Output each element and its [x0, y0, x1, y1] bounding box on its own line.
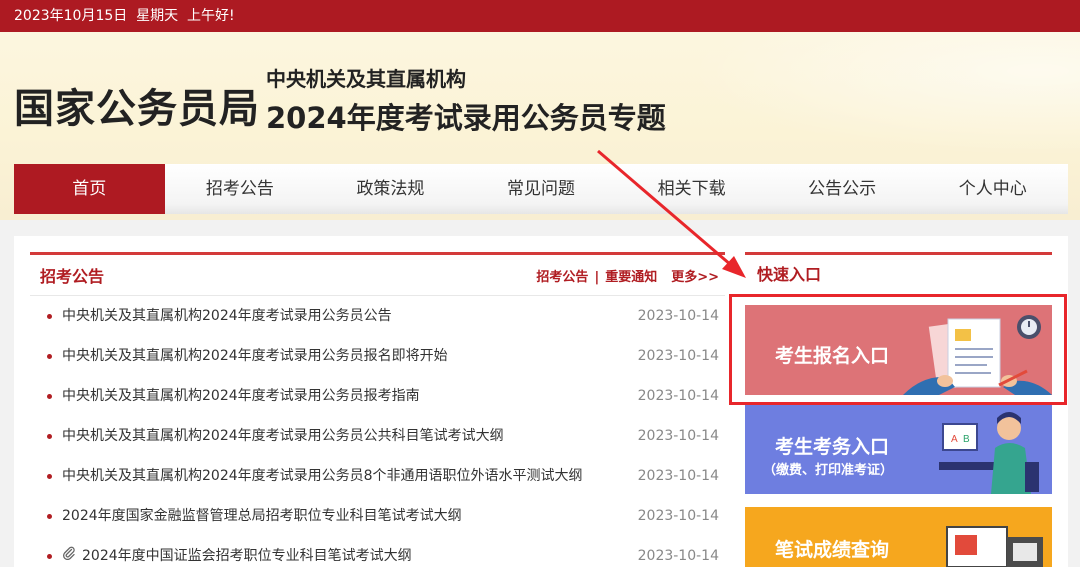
announcement-date: 2023-10-14	[637, 428, 719, 444]
nav-item-announcements[interactable]: 招考公告	[165, 164, 316, 214]
announcements-header: 招考公告 招考公告 | 重要通知 更多>>	[30, 252, 725, 296]
exam-services-entry-button[interactable]: 考生考务入口 （缴费、打印准考证） A B	[745, 404, 1052, 494]
list-item[interactable]: 中央机关及其直属机构2024年度考试录用公务员公告 2023-10-14	[30, 296, 725, 336]
exam-services-entry-sublabel: （缴费、打印准考证）	[763, 463, 894, 478]
announcements-title: 招考公告	[40, 267, 105, 286]
announcements-panel: 招考公告 招考公告 | 重要通知 更多>> 中央机关及其直属机构2024年度考试录用公…	[30, 252, 725, 567]
main-nav: 首页 招考公告 政策法规 常见问题 相关下载 公告公示 个人中心	[14, 164, 1068, 214]
list-item[interactable]: 中央机关及其直属机构2024年度考试录用公务员报名即将开始 2023-10-14	[30, 336, 725, 376]
exam-services-entry-label: 考生考务入口	[775, 436, 890, 458]
bullet-icon	[47, 474, 52, 479]
announcements-links: 招考公告 | 重要通知 更多>>	[536, 266, 725, 285]
svg-text:B: B	[963, 434, 970, 445]
quick-entry-title: 快速入口	[745, 252, 1052, 296]
link-separator: |	[594, 269, 600, 285]
list-item[interactable]: 中央机关及其直属机构2024年度考试录用公务员8个非通用语职位外语水平测试大纲 2…	[30, 456, 725, 496]
written-exam-score-query-button[interactable]: 笔试成绩查询	[745, 507, 1052, 567]
bullet-icon	[47, 394, 52, 399]
list-item[interactable]: 中央机关及其直属机构2024年度考试录用公务员报考指南 2023-10-14	[30, 376, 725, 416]
announcement-title[interactable]: 2024年度中国证监会招考职位专业科目笔试考试大纲	[82, 548, 412, 564]
list-item[interactable]: 2024年度中国证监会招考职位专业科目笔试考试大纲 2023-10-14	[30, 536, 725, 567]
link-important-notices[interactable]: 重要通知	[605, 270, 657, 285]
announcement-date: 2023-10-14	[637, 308, 719, 324]
announcement-title[interactable]: 中央机关及其直属机构2024年度考试录用公务员公告	[62, 308, 392, 324]
written-exam-score-query-label: 笔试成绩查询	[775, 539, 890, 561]
announcement-title[interactable]: 中央机关及其直属机构2024年度考试录用公务员8个非通用语职位外语水平测试大纲	[62, 468, 583, 484]
announcement-title[interactable]: 2024年度国家金融监督管理总局招考职位专业科目笔试考试大纲	[62, 508, 462, 524]
nav-item-downloads[interactable]: 相关下载	[616, 164, 767, 214]
more-link[interactable]: 更多>>	[671, 270, 719, 285]
nav-item-faq[interactable]: 常见问题	[466, 164, 617, 214]
banner-decoration	[660, 32, 1080, 162]
banner-subtitle-2: 2024年度考试录用公务员专题	[266, 101, 666, 135]
nav-item-personal-center[interactable]: 个人中心	[917, 164, 1068, 214]
announcement-title[interactable]: 中央机关及其直属机构2024年度考试录用公务员报考指南	[62, 388, 420, 404]
link-announcements[interactable]: 招考公告	[536, 270, 588, 285]
exam-services-icon: A B	[939, 412, 1039, 494]
paperclip-icon	[62, 536, 78, 567]
nav-item-notices[interactable]: 公告公示	[767, 164, 918, 214]
bullet-icon	[47, 554, 52, 559]
nav-item-policies[interactable]: 政策法规	[315, 164, 466, 214]
svg-text:A: A	[951, 434, 958, 445]
banner-subtitle-1: 中央机关及其直属机构	[266, 67, 466, 91]
bullet-icon	[47, 314, 52, 319]
announcement-title[interactable]: 中央机关及其直属机构2024年度考试录用公务员公共科目笔试考试大纲	[62, 428, 504, 444]
list-item[interactable]: 中央机关及其直属机构2024年度考试录用公务员公共科目笔试考试大纲 2023-10…	[30, 416, 725, 456]
score-query-icon	[946, 526, 1043, 567]
announcement-date: 2023-10-14	[637, 508, 719, 524]
announcement-title[interactable]: 中央机关及其直属机构2024年度考试录用公务员报名即将开始	[62, 348, 448, 364]
bullet-icon	[47, 434, 52, 439]
list-item[interactable]: 2024年度国家金融监督管理总局招考职位专业科目笔试考试大纲 2023-10-14	[30, 496, 725, 536]
announcement-date: 2023-10-14	[637, 348, 719, 364]
registration-highlight-box	[729, 294, 1067, 405]
bullet-icon	[47, 514, 52, 519]
bullet-icon	[47, 354, 52, 359]
announcement-date: 2023-10-14	[637, 388, 719, 404]
announcement-date: 2023-10-14	[637, 548, 719, 564]
nav-item-home[interactable]: 首页	[14, 164, 165, 214]
site-title: 国家公务员局	[14, 86, 260, 132]
date-bar: 2023年10月15日 星期天 上午好!	[0, 0, 1080, 32]
announcement-date: 2023-10-14	[637, 468, 719, 484]
date-greeting: 2023年10月15日 星期天 上午好!	[14, 8, 235, 24]
announcements-list: 中央机关及其直属机构2024年度考试录用公务员公告 2023-10-14 中央机关…	[30, 296, 725, 567]
